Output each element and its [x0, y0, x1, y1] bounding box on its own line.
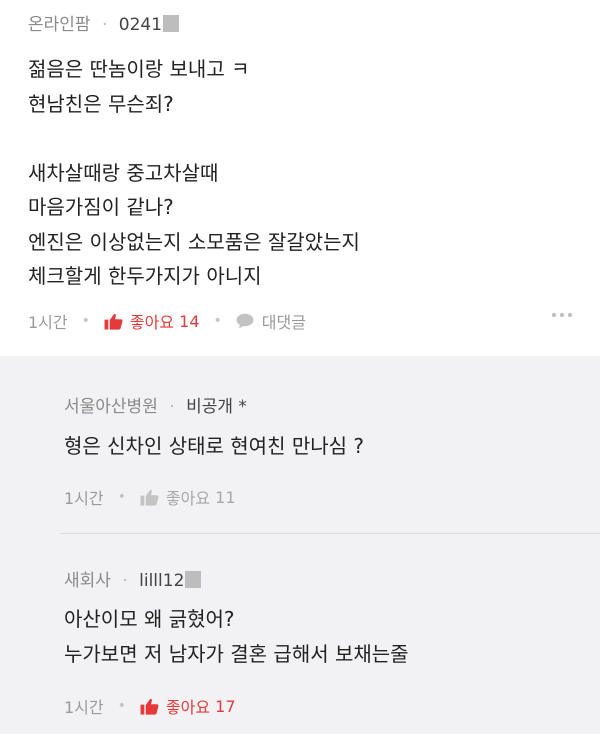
comment-body-line: 형은 신차인 상태로 현여친 만나심 ? — [64, 434, 365, 458]
redaction-block — [185, 571, 202, 588]
thumbs-up-icon — [140, 698, 159, 715]
redaction-block — [163, 15, 180, 32]
post-body-line: 체크할게 한두가지가 아니지 — [28, 264, 262, 288]
comment-author-line: 서울아산병원 · 비공개 * — [64, 392, 247, 417]
dot — [560, 313, 564, 317]
like-count: 11 — [215, 487, 236, 507]
comment-body: 아산이모 왜 긁혔어? 누가보면 저 남자가 결혼 급해서 보채는줄 — [64, 602, 409, 672]
post-time: 1시간 — [28, 313, 68, 332]
comment-item: 서울아산병원 · 비공개 * 형은 신차인 상태로 현여친 만나심 ? 1시간 … — [0, 356, 600, 532]
comment-like-button[interactable]: 좋아요 11 — [140, 485, 236, 509]
reply-button[interactable]: 대댓글 — [236, 309, 306, 333]
post-board-name[interactable]: 온라인팜 — [28, 15, 91, 35]
comment-board-name[interactable]: 서울아산병원 — [64, 397, 158, 417]
post-author-line: 온라인팜 · 0241 — [28, 10, 180, 35]
post-body-line: 엔진은 이상없는지 소모품은 잘갈았는지 — [28, 229, 360, 254]
more-dots-icon[interactable] — [552, 313, 572, 317]
comment-nickname[interactable]: lilll12 — [139, 571, 184, 591]
comment-actions: 1시간 • 좋아요 11 — [64, 485, 236, 509]
post-actions: 1시간 • 좋아요 14 • 대댓글 — [28, 309, 572, 333]
post-body-line: 마음가짐이 같나? — [28, 195, 174, 219]
comment-author-line: 새회사 · lilll12 — [64, 566, 202, 591]
meta-separator: · — [122, 571, 128, 591]
like-label: 좋아요 — [165, 489, 211, 508]
action-separator: • — [117, 489, 126, 505]
like-label: 좋아요 — [129, 313, 175, 332]
post-body-line: 젊음은 딴놈이랑 보내고 ㅋ — [28, 57, 250, 81]
comment-nickname[interactable]: 비공개 * — [186, 397, 247, 417]
meta-separator: · — [169, 397, 175, 417]
thumbs-up-icon — [140, 489, 159, 506]
like-count: 17 — [215, 696, 236, 716]
speech-bubble-icon — [236, 313, 254, 329]
thumbs-up-icon — [104, 313, 123, 330]
comment-body-line: 아산이모 왜 긁혔어? — [64, 607, 235, 631]
post-body-line: 새차살때랑 중고차살때 — [28, 160, 219, 185]
post-body: 젊음은 딴놈이랑 보내고 ㅋ 현남친은 무슨죄? 새차살때랑 중고차살때 마음가… — [28, 52, 580, 294]
like-label: 좋아요 — [165, 698, 211, 717]
comment-time: 1시간 — [64, 698, 104, 717]
post-body-line: 현남친은 무슨죄? — [28, 91, 174, 116]
dot — [568, 313, 572, 317]
action-separator: • — [213, 313, 222, 329]
action-separator: • — [81, 313, 90, 329]
reply-label: 대댓글 — [261, 313, 306, 332]
comment-actions: 1시간 • 좋아요 17 — [64, 694, 236, 718]
comment-board-name[interactable]: 새회사 — [64, 571, 111, 591]
comment-like-button[interactable]: 좋아요 17 — [140, 694, 236, 718]
like-count: 14 — [179, 311, 200, 331]
post-nickname[interactable]: 0241 — [119, 15, 162, 35]
comment-time: 1시간 — [64, 489, 104, 508]
main-post: 온라인팜 · 0241 젊음은 딴놈이랑 보내고 ㅋ 현남친은 무슨죄? 새차살… — [0, 0, 600, 356]
dot — [552, 313, 556, 317]
comment-section: 서울아산병원 · 비공개 * 형은 신차인 상태로 현여친 만나심 ? 1시간 … — [0, 356, 600, 734]
comment-body: 형은 신차인 상태로 현여친 만나심 ? — [64, 429, 364, 464]
post-like-button[interactable]: 좋아요 14 — [104, 309, 200, 333]
post-body-line — [28, 121, 580, 156]
action-separator: • — [117, 698, 126, 714]
comment-body-line: 누가보면 저 남자가 결혼 급해서 보채는줄 — [64, 642, 409, 666]
meta-separator: · — [101, 15, 108, 35]
comment-item: 새회사 · lilll12 아산이모 왜 긁혔어? 누가보면 저 남자가 결혼 … — [0, 534, 600, 734]
